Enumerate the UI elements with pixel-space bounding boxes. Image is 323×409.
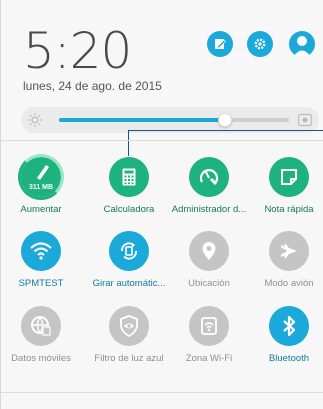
tile-mobile-data[interactable]: Datos móviles xyxy=(1,306,81,364)
tile-admin[interactable]: Administrador d... xyxy=(169,157,249,215)
tile-airplane-mode[interactable]: Modo avión xyxy=(249,231,323,289)
settings-icon[interactable] xyxy=(247,31,273,57)
quick-settings-panel: 5:20 lunes, 24 de ago. de 2015 311 MB Au… xyxy=(0,0,323,409)
callout-stem xyxy=(128,130,129,156)
tile-label: Nota rápida xyxy=(264,204,314,215)
location-pin-icon xyxy=(189,231,229,271)
boost-brush-icon: 311 MB xyxy=(18,154,64,200)
memory-badge: 311 MB xyxy=(28,184,54,191)
brightness-fill xyxy=(59,118,225,122)
calculator-icon xyxy=(109,157,149,197)
tile-label: Ubicación xyxy=(188,278,230,289)
tile-label: Bluetooth xyxy=(268,353,310,364)
quick-note-icon xyxy=(269,157,309,197)
tile-wifi[interactable]: SPMTEST xyxy=(1,231,81,289)
date-label: lunes, 24 de ago. de 2015 xyxy=(23,79,162,93)
tile-quick-note[interactable]: Nota rápida xyxy=(249,157,323,215)
mobile-data-icon xyxy=(21,306,61,346)
brightness-auto-icon[interactable] xyxy=(297,112,313,128)
tile-label: SPMTEST xyxy=(18,278,64,289)
tile-blue-light-filter[interactable]: Filtro de luz azul xyxy=(89,306,169,364)
tile-wifi-hotspot[interactable]: Zona Wi-Fi xyxy=(169,306,249,364)
wifi-icon xyxy=(21,231,61,271)
tile-bluetooth[interactable]: Bluetooth xyxy=(249,306,323,364)
speed-wrench-icon xyxy=(189,157,229,197)
tile-label: Zona Wi-Fi xyxy=(185,353,233,364)
hotspot-icon xyxy=(189,306,229,346)
auto-rotate-icon xyxy=(109,231,149,271)
clock-time: 5:20 xyxy=(23,22,132,80)
tile-calculator[interactable]: Calculadora xyxy=(89,157,169,215)
tile-label: Calculadora xyxy=(103,204,155,215)
tile-label: Modo avión xyxy=(264,278,314,289)
tile-label: Filtro de luz azul xyxy=(94,353,164,364)
tile-label: Administrador d... xyxy=(171,204,247,215)
memory-ring xyxy=(18,154,64,200)
eye-shield-icon xyxy=(109,306,149,346)
airplane-icon xyxy=(269,231,309,271)
tile-label: Datos móviles xyxy=(11,353,71,364)
tile-auto-rotate[interactable]: Girar automátic... xyxy=(89,231,169,289)
bottom-divider xyxy=(1,392,323,393)
brightness-slider-thumb[interactable] xyxy=(217,113,232,127)
callout-line xyxy=(128,130,323,131)
brightness-low-icon xyxy=(27,112,43,128)
tile-label: Girar automátic... xyxy=(92,278,166,289)
edit-icon[interactable] xyxy=(207,31,233,57)
divider xyxy=(1,140,323,141)
tile-label: Aumentar xyxy=(20,204,62,215)
tile-location[interactable]: Ubicación xyxy=(169,231,249,289)
user-avatar-icon[interactable] xyxy=(289,31,315,57)
bluetooth-icon xyxy=(269,306,309,346)
tile-boost[interactable]: 311 MB Aumentar xyxy=(1,154,81,215)
